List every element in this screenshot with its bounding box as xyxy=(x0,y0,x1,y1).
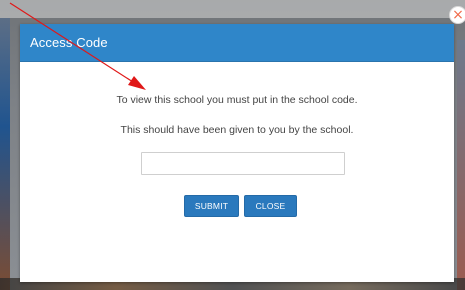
background-right-strip xyxy=(457,40,465,290)
school-code-input[interactable] xyxy=(141,152,345,175)
page-root: Access Code To view this school you must… xyxy=(0,0,465,290)
modal-header: Access Code xyxy=(20,24,454,62)
background-left-strip xyxy=(0,18,10,290)
modal-title: Access Code xyxy=(30,35,108,50)
access-code-modal: Access Code To view this school you must… xyxy=(20,24,454,282)
submit-button-label: SUBMIT xyxy=(194,201,229,211)
close-icon-glyph: × xyxy=(452,7,464,23)
close-icon[interactable]: × xyxy=(449,6,465,24)
instruction-text-2: This should have been given to you by th… xyxy=(120,124,354,136)
close-button-label: CLOSE xyxy=(255,201,286,211)
submit-button[interactable]: SUBMIT xyxy=(184,195,239,217)
instruction-text-1: To view this school you must put in the … xyxy=(116,94,358,106)
close-button[interactable]: CLOSE xyxy=(244,195,297,217)
background-top-band xyxy=(0,0,465,18)
modal-body: To view this school you must put in the … xyxy=(20,62,454,282)
